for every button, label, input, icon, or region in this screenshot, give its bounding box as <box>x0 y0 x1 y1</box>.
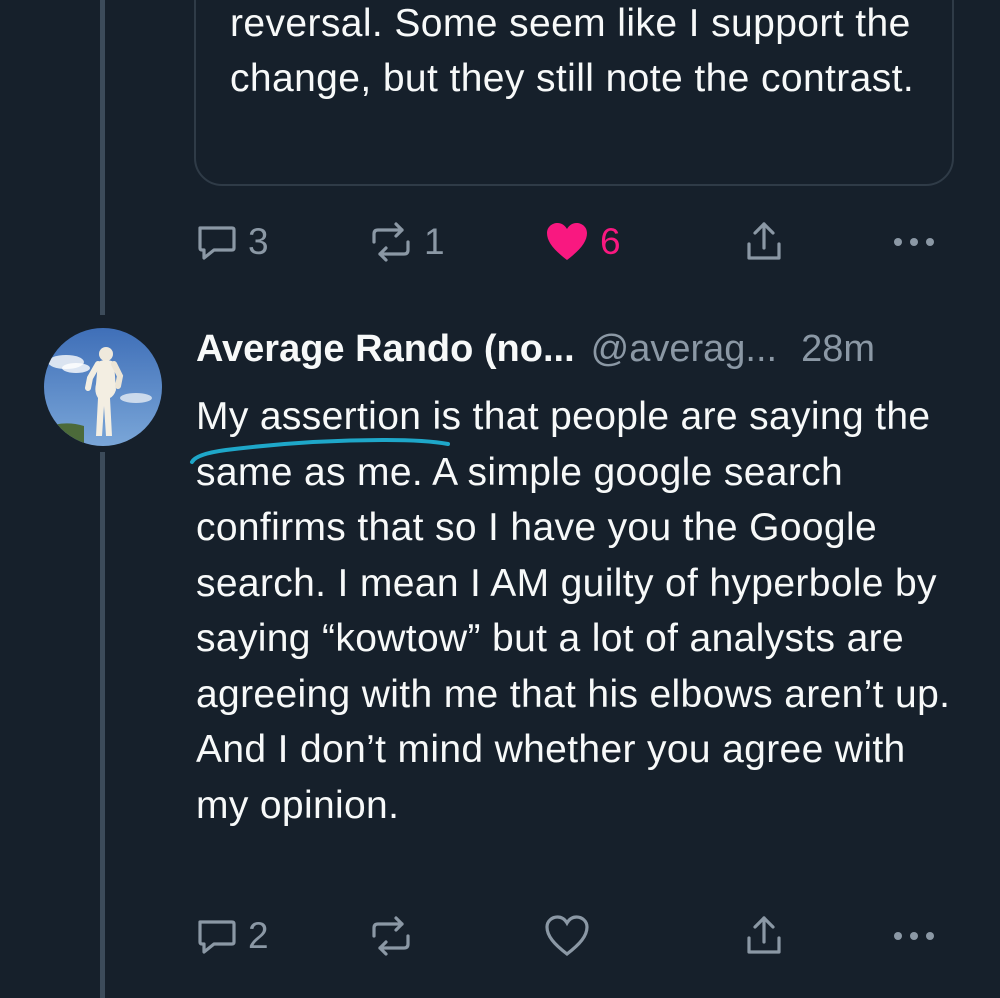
quoted-tweet-text: reversal. Some seem like I support the c… <box>230 2 915 100</box>
more-icon <box>890 232 938 252</box>
like-count: 6 <box>600 221 621 262</box>
reply-count: 2 <box>248 915 269 956</box>
reply-icon <box>194 914 238 958</box>
tweet-actions: 3 1 6 <box>194 212 954 272</box>
tweet-text: My assertion is that people are saying t… <box>196 395 951 827</box>
thread-connector-line <box>100 452 105 998</box>
more-options-button[interactable] <box>890 906 938 966</box>
reply-count: 3 <box>248 221 269 262</box>
like-button[interactable] <box>544 906 590 966</box>
tweet-actions: 2 <box>194 906 954 966</box>
like-button[interactable]: 6 <box>544 212 621 272</box>
more-icon <box>890 926 938 946</box>
thread-view: reversal. Some seem like I support the c… <box>0 0 1000 998</box>
retweet-button[interactable] <box>368 906 414 966</box>
share-button[interactable] <box>744 906 784 966</box>
display-name[interactable]: Average Rando (no... <box>196 328 575 371</box>
reply-button[interactable]: 2 <box>194 906 269 966</box>
quoted-tweet-card[interactable]: reversal. Some seem like I support the c… <box>194 0 954 186</box>
share-button[interactable] <box>744 212 784 272</box>
retweet-button[interactable]: 1 <box>368 212 445 272</box>
reply-button[interactable]: 3 <box>194 212 269 272</box>
reply-icon <box>194 220 238 264</box>
retweet-count: 1 <box>424 221 445 262</box>
thread-connector-line <box>100 0 105 315</box>
like-icon <box>544 914 590 958</box>
retweet-icon <box>368 914 414 958</box>
avatar[interactable] <box>44 328 162 446</box>
retweet-icon <box>368 220 414 264</box>
timestamp[interactable]: 28m <box>801 328 875 371</box>
like-icon <box>544 220 590 264</box>
share-icon <box>744 914 784 958</box>
share-icon <box>744 220 784 264</box>
tweet-header: Average Rando (no... @averag... 28m <box>196 328 966 382</box>
more-options-button[interactable] <box>890 212 938 272</box>
user-handle[interactable]: @averag... <box>591 328 777 371</box>
